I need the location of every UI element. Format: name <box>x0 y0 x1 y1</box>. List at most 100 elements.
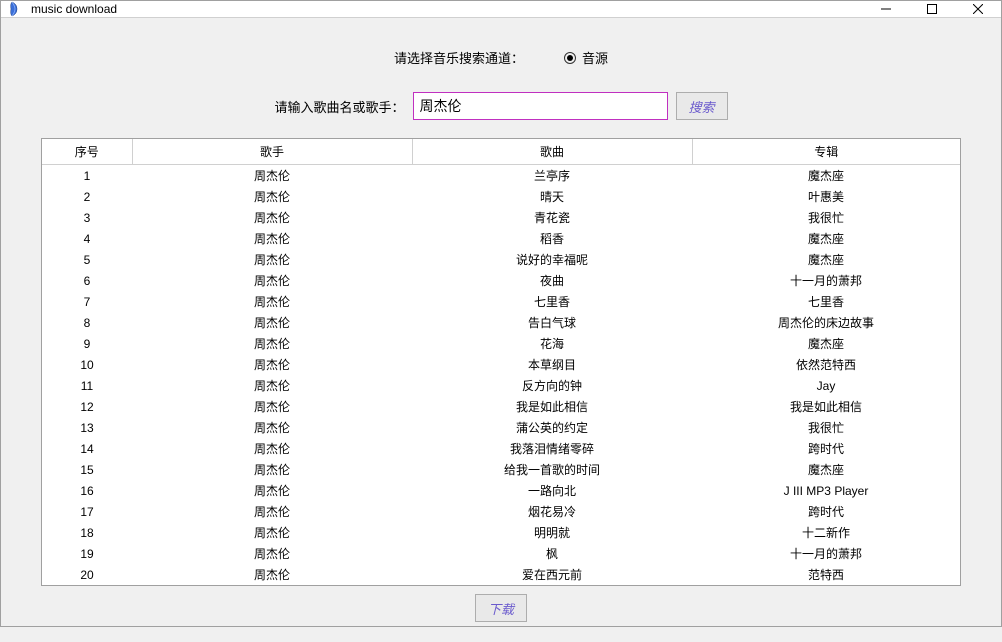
cell-idx: 20 <box>42 564 132 585</box>
app-icon <box>9 1 25 17</box>
header-song[interactable]: 歌曲 <box>412 139 692 165</box>
cell-artist: 周杰伦 <box>132 459 412 480</box>
cell-song: 七里香 <box>412 291 692 312</box>
cell-idx: 14 <box>42 438 132 459</box>
table-row[interactable]: 18周杰伦明明就十二新作 <box>42 522 960 543</box>
cell-artist: 周杰伦 <box>132 291 412 312</box>
cell-idx: 8 <box>42 312 132 333</box>
cell-idx: 10 <box>42 354 132 375</box>
cell-song: 蒲公英的约定 <box>412 417 692 438</box>
cell-idx: 16 <box>42 480 132 501</box>
table-row[interactable]: 8周杰伦告白气球周杰伦的床边故事 <box>42 312 960 333</box>
cell-album: 魔杰座 <box>692 249 960 270</box>
table-row[interactable]: 15周杰伦给我一首歌的时间魔杰座 <box>42 459 960 480</box>
table-row[interactable]: 10周杰伦本草纲目依然范特西 <box>42 354 960 375</box>
cell-song: 一路向北 <box>412 480 692 501</box>
download-row: 下载 <box>475 594 527 622</box>
cell-album: 魔杰座 <box>692 228 960 249</box>
maximize-button[interactable] <box>909 1 955 17</box>
header-idx[interactable]: 序号 <box>42 139 132 165</box>
cell-song: 晴天 <box>412 186 692 207</box>
cell-song: 我是如此相信 <box>412 396 692 417</box>
header-artist[interactable]: 歌手 <box>132 139 412 165</box>
cell-song: 本草纲目 <box>412 354 692 375</box>
cell-album: Jay <box>692 375 960 396</box>
cell-artist: 周杰伦 <box>132 228 412 249</box>
cell-idx: 11 <box>42 375 132 396</box>
source-row: 请选择音乐搜索通道： 音源 <box>394 48 608 67</box>
cell-idx: 17 <box>42 501 132 522</box>
cell-album: 我是如此相信 <box>692 396 960 417</box>
table-row[interactable]: 20周杰伦爱在西元前范特西 <box>42 564 960 585</box>
cell-idx: 6 <box>42 270 132 291</box>
cell-song: 稻香 <box>412 228 692 249</box>
application-window: music download 请选择音乐搜索通道： 音源 请输入歌曲名或歌手： … <box>0 0 1002 627</box>
cell-song: 夜曲 <box>412 270 692 291</box>
cell-song: 花海 <box>412 333 692 354</box>
window-title: music download <box>31 2 863 16</box>
cell-idx: 3 <box>42 207 132 228</box>
window-controls <box>863 1 1001 17</box>
close-button[interactable] <box>955 1 1001 17</box>
table-row[interactable]: 5周杰伦说好的幸福呢魔杰座 <box>42 249 960 270</box>
table-row[interactable]: 14周杰伦我落泪情绪零碎跨时代 <box>42 438 960 459</box>
search-input[interactable] <box>413 92 668 120</box>
cell-artist: 周杰伦 <box>132 543 412 564</box>
cell-idx: 15 <box>42 459 132 480</box>
cell-album: 魔杰座 <box>692 459 960 480</box>
cell-song: 给我一首歌的时间 <box>412 459 692 480</box>
cell-album: 七里香 <box>692 291 960 312</box>
table-row[interactable]: 4周杰伦稻香魔杰座 <box>42 228 960 249</box>
cell-album: 十二新作 <box>692 522 960 543</box>
results-table[interactable]: 序号 歌手 歌曲 专辑 1周杰伦兰亭序魔杰座2周杰伦晴天叶惠美3周杰伦青花瓷我很… <box>42 139 960 585</box>
table-row[interactable]: 2周杰伦晴天叶惠美 <box>42 186 960 207</box>
cell-idx: 19 <box>42 543 132 564</box>
cell-album: 跨时代 <box>692 501 960 522</box>
cell-artist: 周杰伦 <box>132 270 412 291</box>
main-content: 请选择音乐搜索通道： 音源 请输入歌曲名或歌手： 搜索 序号 歌手 歌曲 专辑 <box>1 18 1001 642</box>
cell-song: 说好的幸福呢 <box>412 249 692 270</box>
table-row[interactable]: 3周杰伦青花瓷我很忙 <box>42 207 960 228</box>
table-row[interactable]: 1周杰伦兰亭序魔杰座 <box>42 165 960 187</box>
cell-song: 反方向的钟 <box>412 375 692 396</box>
minimize-button[interactable] <box>863 1 909 17</box>
cell-artist: 周杰伦 <box>132 438 412 459</box>
table-row[interactable]: 7周杰伦七里香七里香 <box>42 291 960 312</box>
cell-idx: 5 <box>42 249 132 270</box>
cell-album: 叶惠美 <box>692 186 960 207</box>
cell-artist: 周杰伦 <box>132 333 412 354</box>
cell-artist: 周杰伦 <box>132 375 412 396</box>
table-row[interactable]: 17周杰伦烟花易冷跨时代 <box>42 501 960 522</box>
cell-idx: 7 <box>42 291 132 312</box>
table-row[interactable]: 9周杰伦花海魔杰座 <box>42 333 960 354</box>
cell-idx: 1 <box>42 165 132 187</box>
cell-song: 烟花易冷 <box>412 501 692 522</box>
search-label: 请输入歌曲名或歌手： <box>274 97 404 116</box>
radio-icon <box>564 52 576 64</box>
cell-song: 爱在西元前 <box>412 564 692 585</box>
cell-artist: 周杰伦 <box>132 186 412 207</box>
cell-album: J III MP3 Player <box>692 480 960 501</box>
table-row[interactable]: 12周杰伦我是如此相信我是如此相信 <box>42 396 960 417</box>
table-row[interactable]: 6周杰伦夜曲十一月的萧邦 <box>42 270 960 291</box>
cell-artist: 周杰伦 <box>132 207 412 228</box>
cell-song: 告白气球 <box>412 312 692 333</box>
source-radio-option[interactable]: 音源 <box>564 48 608 67</box>
cell-song: 我落泪情绪零碎 <box>412 438 692 459</box>
cell-song: 枫 <box>412 543 692 564</box>
cell-idx: 9 <box>42 333 132 354</box>
radio-label: 音源 <box>582 48 608 67</box>
table-row[interactable]: 11周杰伦反方向的钟Jay <box>42 375 960 396</box>
cell-artist: 周杰伦 <box>132 480 412 501</box>
header-album[interactable]: 专辑 <box>692 139 960 165</box>
table-row[interactable]: 13周杰伦蒲公英的约定我很忙 <box>42 417 960 438</box>
cell-album: 范特西 <box>692 564 960 585</box>
table-row[interactable]: 19周杰伦枫十一月的萧邦 <box>42 543 960 564</box>
cell-artist: 周杰伦 <box>132 312 412 333</box>
cell-artist: 周杰伦 <box>132 396 412 417</box>
download-button[interactable]: 下载 <box>475 594 527 622</box>
search-button[interactable]: 搜索 <box>676 92 728 120</box>
table-row[interactable]: 16周杰伦一路向北J III MP3 Player <box>42 480 960 501</box>
cell-album: 魔杰座 <box>692 165 960 187</box>
cell-artist: 周杰伦 <box>132 165 412 187</box>
